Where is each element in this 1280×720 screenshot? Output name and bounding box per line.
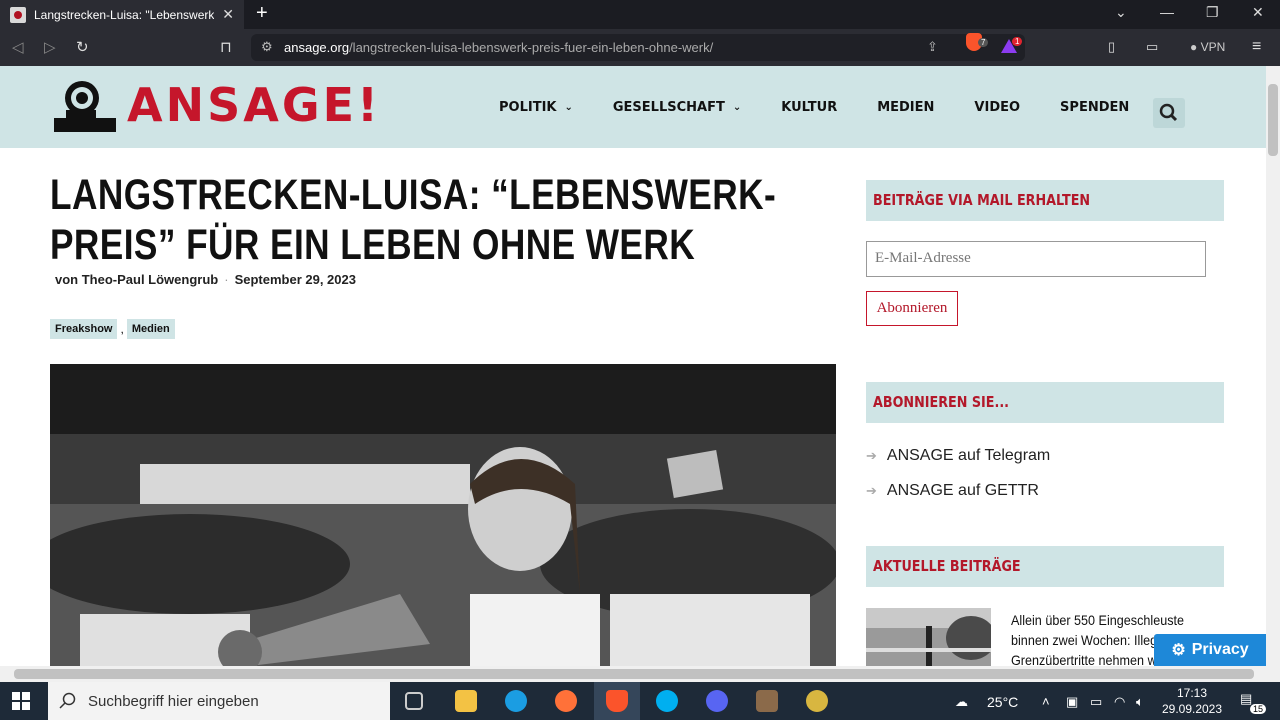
privacy-button[interactable]: ⚙ Privacy xyxy=(1154,634,1266,666)
subscribe-heading: ABONNIEREN SIE... xyxy=(873,393,1010,411)
wallet-icon[interactable]: ▭ xyxy=(1146,39,1158,55)
article-hero-image xyxy=(50,364,836,666)
brave-icon[interactable] xyxy=(606,690,628,712)
article-title: LANGSTRECKEN-LUISA: “LEBENSWERK-PREIS” F… xyxy=(50,171,777,269)
search-icon xyxy=(1159,103,1178,122)
windows-taskbar: Suchbegriff hier eingeben ☁ 25°C ˄ ▣ ▭ ◠… xyxy=(0,682,1280,720)
telegram-link[interactable]: ➔ ANSAGE auf Telegram xyxy=(866,447,1050,465)
nav-item-politik[interactable]: POLITIK ⌄ xyxy=(499,100,573,115)
recent-posts-heading-box: AKTUELLE BEITRÄGE xyxy=(866,546,1224,587)
browser-tab[interactable]: Langstrecken-Luisa: "Lebenswerk ✕ xyxy=(0,0,244,29)
system-clock[interactable]: 17:13 29.09.2023 xyxy=(1160,685,1224,717)
vpn-button[interactable]: ● VPN xyxy=(1190,40,1225,54)
wifi-icon[interactable]: ◠ xyxy=(1114,694,1125,710)
tab-list-chevron-icon[interactable]: ⌄ xyxy=(1115,4,1127,21)
nav-item-kultur[interactable]: KULTUR xyxy=(781,100,837,115)
new-tab-button[interactable]: + xyxy=(256,2,268,25)
megaphone-logo-icon[interactable] xyxy=(52,78,118,134)
main-navigation: POLITIK ⌄ GESELLSCHAFT ⌄ KULTUR MEDIEN VID… xyxy=(499,100,1169,115)
chevron-down-icon: ⌄ xyxy=(732,102,742,113)
site-search-button[interactable] xyxy=(1153,98,1185,128)
forward-icon[interactable]: ▷ xyxy=(44,38,56,56)
protest-photo xyxy=(50,364,836,666)
vertical-scrollbar[interactable] xyxy=(1266,66,1280,666)
mail-subscribe-heading-box: BEITRÄGE VIA MAIL ERHALTEN xyxy=(866,180,1224,221)
nav-item-gesellschaft[interactable]: GESELLSCHAFT ⌄ xyxy=(613,100,741,115)
task-view-icon[interactable] xyxy=(405,692,423,710)
search-icon xyxy=(59,692,76,709)
sidebar-toggle-icon[interactable]: ▯ xyxy=(1108,39,1115,55)
chevron-up-icon[interactable]: ˄ xyxy=(1042,694,1050,709)
temperature[interactable]: 25°C xyxy=(987,694,1018,710)
weather-icon[interactable]: ☁ xyxy=(955,694,968,710)
bridge-photo xyxy=(866,608,991,666)
close-tab-icon[interactable]: ✕ xyxy=(222,6,234,23)
clock-time: 17:13 xyxy=(1176,686,1208,700)
bookmark-icon[interactable]: ⊓ xyxy=(220,38,232,56)
browser-tab-bar: Langstrecken-Luisa: "Lebenswerk ✕ + ⌄ — … xyxy=(0,0,1280,29)
site-info-icon[interactable]: ⚙ xyxy=(261,39,273,55)
arrow-right-icon: ➔ xyxy=(866,483,877,498)
volume-icon[interactable]: 🔈︎ xyxy=(1136,694,1144,710)
site-logo-text[interactable]: ANSAGE! xyxy=(127,78,381,132)
clock-date: 29.09.2023 xyxy=(1161,702,1223,716)
subscribe-button[interactable]: Abonnieren xyxy=(866,291,958,326)
share-icon[interactable]: ⇪ xyxy=(927,39,938,55)
nav-item-video[interactable]: VIDEO xyxy=(974,100,1020,115)
email-field[interactable]: E-Mail-Adresse xyxy=(866,241,1206,277)
address-bar[interactable]: ⚙ ansage.org/langstrecken-luisa-lebenswe… xyxy=(251,34,1025,61)
web-page: ANSAGE! POLITIK ⌄ GESELLSCHAFT ⌄ KULTUR ME… xyxy=(0,66,1266,666)
minimize-icon[interactable]: — xyxy=(1160,4,1174,20)
skype-icon[interactable] xyxy=(656,690,678,712)
vertical-scroll-thumb[interactable] xyxy=(1268,84,1278,156)
publish-date[interactable]: September 29, 2023 xyxy=(235,272,356,287)
back-icon[interactable]: ◁ xyxy=(12,38,24,56)
tag-freakshow[interactable]: Freakshow xyxy=(50,319,118,339)
edge-icon[interactable] xyxy=(505,690,527,712)
notification-count-badge: 15 xyxy=(1250,704,1267,714)
nav-item-spenden[interactable]: SPENDEN xyxy=(1060,100,1129,115)
restore-icon[interactable]: ❐ xyxy=(1206,4,1219,21)
recent-posts-heading: AKTUELLE BEITRÄGE xyxy=(873,557,1021,575)
tag-separator: , xyxy=(120,322,124,336)
horizontal-scroll-thumb[interactable] xyxy=(14,669,1254,679)
tag-medien[interactable]: Medien xyxy=(126,319,175,339)
battery-icon[interactable]: ▭ xyxy=(1090,694,1102,710)
tab-title: Langstrecken-Luisa: "Lebenswerk xyxy=(34,7,214,22)
site-header: ANSAGE! POLITIK ⌄ GESELLSCHAFT ⌄ KULTUR ME… xyxy=(0,66,1266,148)
device-icon[interactable]: ▣ xyxy=(1066,694,1078,710)
app-icon[interactable] xyxy=(756,690,778,712)
url-text: ansage.org/langstrecken-luisa-lebenswerk… xyxy=(284,40,714,55)
windows-start-icon[interactable] xyxy=(12,692,30,710)
firefox-icon[interactable] xyxy=(555,690,577,712)
discord-icon[interactable] xyxy=(706,690,728,712)
site-favicon-icon xyxy=(10,6,26,23)
menu-icon[interactable]: ≡ xyxy=(1252,38,1261,56)
author-link[interactable]: von Theo-Paul Löwengrub xyxy=(55,272,218,287)
game-icon[interactable] xyxy=(806,690,828,712)
reload-icon[interactable]: ↻ xyxy=(76,38,89,56)
article-byline: von Theo-Paul Löwengrub · September 29, 20… xyxy=(55,272,356,287)
article-tags: Freakshow , Medien xyxy=(50,319,175,339)
chevron-down-icon: ⌄ xyxy=(564,102,573,113)
browser-toolbar: ◁ ▷ ↻ ⊓ ⚙ ansage.org/langstrecken-luisa-… xyxy=(0,29,1280,66)
close-window-icon[interactable]: ✕ xyxy=(1252,4,1264,21)
arrow-right-icon: ➔ xyxy=(866,448,877,463)
nav-item-medien[interactable]: MEDIEN xyxy=(877,100,934,115)
recent-post-thumbnail[interactable] xyxy=(866,608,991,666)
gettr-link[interactable]: ➔ ANSAGE auf GETTR xyxy=(866,482,1039,500)
byline-separator: · xyxy=(224,272,229,287)
file-explorer-icon[interactable] xyxy=(455,690,477,712)
gear-icon: ⚙ xyxy=(1171,642,1186,659)
mail-subscribe-heading: BEITRÄGE VIA MAIL ERHALTEN xyxy=(873,191,1091,209)
taskbar-search-input[interactable]: Suchbegriff hier eingeben xyxy=(48,682,390,720)
subscribe-heading-box: ABONNIEREN SIE... xyxy=(866,382,1224,423)
